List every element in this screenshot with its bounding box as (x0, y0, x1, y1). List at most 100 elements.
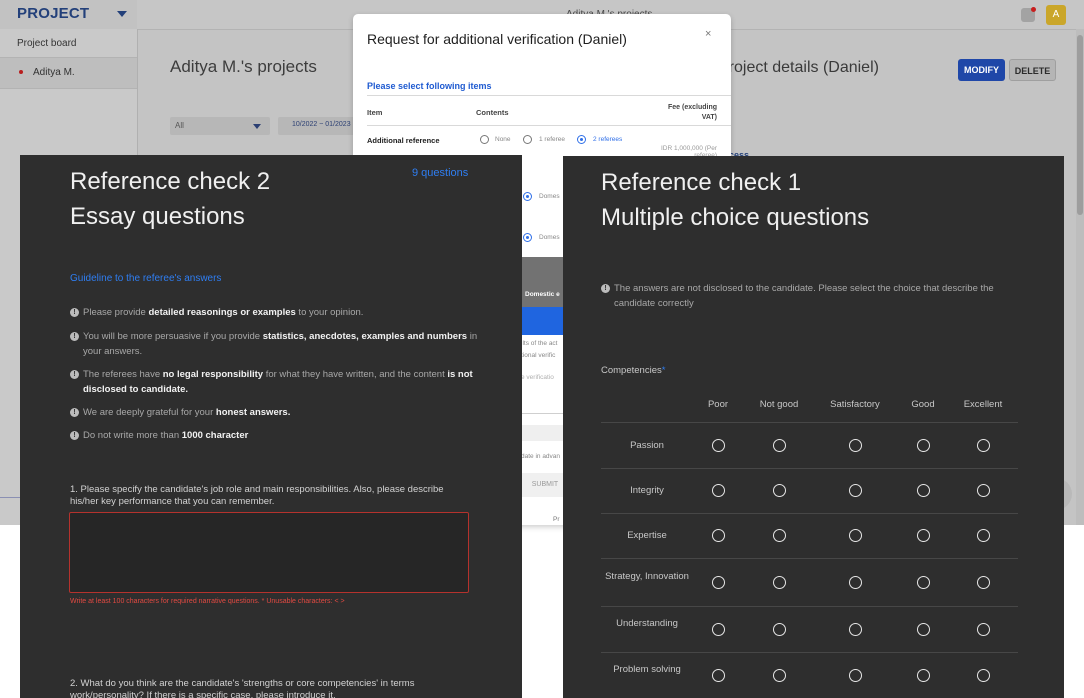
rating-radio[interactable] (848, 484, 862, 497)
rating-radio[interactable] (711, 529, 725, 542)
radio-1-referee[interactable] (523, 135, 532, 144)
radio-2-referees[interactable] (577, 135, 586, 144)
reference-check-1-panel: Reference check 1 Multiple choice questi… (563, 156, 1064, 698)
divider (367, 95, 731, 96)
rating-radio[interactable] (848, 529, 862, 542)
status-filter-value: All (175, 121, 184, 130)
rating-radio[interactable] (976, 668, 990, 682)
modal-text: ilts of the act (521, 340, 558, 347)
radio-domestic-b[interactable] (523, 233, 532, 242)
rating-radio[interactable] (711, 484, 725, 497)
grid-divider (601, 652, 1018, 653)
grid-divider (601, 606, 1018, 607)
rating-radio[interactable] (711, 668, 725, 682)
grid-divider (601, 422, 1018, 423)
grid-divider (601, 558, 1018, 559)
reference-check-2-panel: Reference check 2 Essay questions 9 ques… (20, 155, 522, 698)
modify-button[interactable]: MODIFY (958, 59, 1005, 81)
sidebar-item-project-board[interactable]: Project board (17, 38, 76, 49)
guideline-text: Please provide (83, 307, 149, 318)
modal-text: Pr (553, 516, 560, 523)
radio-label-domestic-b[interactable]: Domes (539, 234, 560, 241)
guideline-text: You will be more persuasive if you provi… (83, 331, 263, 342)
date-range-value: 10/2022 ~ 01/2023 (292, 121, 351, 128)
brand-label: PROJECT (17, 5, 90, 22)
rating-radio[interactable] (916, 438, 930, 452)
rating-radio[interactable] (772, 622, 786, 636)
rating-radio[interactable] (772, 484, 786, 497)
question-2-label: 2. What do you think are the candidate's… (70, 678, 415, 698)
radio-label-none[interactable]: None (495, 136, 511, 143)
scrollbar-thumb[interactable] (1077, 35, 1083, 215)
question-1-error: Write at least 100 characters for requir… (70, 598, 345, 605)
competency-row-label: Expertise (627, 530, 667, 541)
rating-radio[interactable] (916, 575, 930, 589)
rating-radio[interactable] (711, 438, 725, 452)
radio-none[interactable] (480, 135, 489, 144)
rating-radio[interactable] (976, 575, 990, 589)
modal-text: e verificatio (521, 374, 554, 381)
rating-radio[interactable] (916, 668, 930, 682)
radio-label-1-referee[interactable]: 1 referee (539, 136, 565, 143)
question-1-textarea[interactable] (69, 512, 469, 593)
sidebar-item-label[interactable]: Aditya M. (33, 67, 75, 78)
guideline-heading: Guideline to the referee's answers (70, 273, 222, 284)
guideline-text: for what they have written, and the cont… (263, 369, 448, 380)
disclosure-note: ! The answers are not disclosed to the c… (601, 281, 1034, 311)
guideline-text: We are deeply grateful for your (83, 407, 216, 418)
rating-radio[interactable] (976, 529, 990, 542)
rating-radio[interactable] (916, 529, 930, 542)
question-1-label: 1. Please specify the candidate's job ro… (70, 484, 444, 507)
chevron-down-icon[interactable] (117, 11, 127, 17)
rating-radio[interactable] (916, 484, 930, 497)
rating-radio[interactable] (976, 484, 990, 497)
radio-label-2-referees[interactable]: 2 referees (593, 136, 622, 143)
column-header-fee: Fee (excluding VAT) (667, 104, 717, 121)
guideline-item: ! We are deeply grateful for your honest… (70, 405, 483, 420)
info-icon: ! (70, 370, 79, 379)
question-count: 9 questions (412, 167, 469, 179)
rating-radio[interactable] (848, 438, 862, 452)
radio-domestic-a[interactable] (523, 192, 532, 201)
rating-radio[interactable] (976, 622, 990, 636)
panel-title-line1: Reference check 2 (70, 168, 271, 195)
rating-radio[interactable] (711, 622, 725, 636)
disclosure-note-text: The answers are not disclosed to the can… (614, 283, 994, 309)
panel-title: Reference check 1 Multiple choice questi… (601, 165, 869, 235)
competency-row-label: Problem solving (613, 664, 681, 675)
info-icon: ! (70, 408, 79, 417)
notification-dot (1031, 7, 1036, 12)
column-header-excellent: Excellent (963, 399, 1003, 410)
close-icon[interactable]: × (705, 28, 711, 40)
guideline-emphasis: detailed reasonings or examples (148, 307, 296, 318)
chevron-down-icon[interactable] (253, 124, 261, 129)
rating-radio[interactable] (772, 668, 786, 682)
project-details-title: Project details (Daniel) (718, 59, 879, 76)
bullet-dot-icon (19, 70, 23, 74)
rating-radio[interactable] (848, 575, 862, 589)
radio-label-domestic-a[interactable]: Domes (539, 193, 560, 200)
rating-radio[interactable] (772, 529, 786, 542)
modal-title: Request for additional verification (Dan… (367, 31, 627, 47)
info-icon: ! (70, 308, 79, 317)
modal-text: date in advan (521, 453, 561, 460)
competency-row-label: Passion (630, 439, 664, 451)
divider (0, 497, 20, 498)
guideline-item: ! The referees have no legal responsibil… (70, 367, 483, 397)
rating-radio[interactable] (848, 668, 862, 682)
competency-row-label: Understanding (616, 618, 678, 629)
panel-title-line1: Reference check 1 (601, 169, 802, 196)
avatar[interactable]: A (1046, 5, 1066, 25)
info-icon: ! (70, 332, 79, 341)
submit-button[interactable]: SUBMIT (521, 473, 569, 497)
row-label-additional-reference: Additional reference (367, 136, 440, 145)
rating-radio[interactable] (848, 622, 862, 636)
guideline-emphasis: 1000 character (181, 430, 249, 441)
delete-button[interactable]: DELETE (1009, 59, 1056, 81)
rating-radio[interactable] (772, 575, 786, 589)
rating-radio[interactable] (772, 438, 786, 452)
rating-radio[interactable] (711, 575, 725, 589)
competency-row-label: Integrity (630, 485, 664, 496)
rating-radio[interactable] (976, 438, 990, 452)
rating-radio[interactable] (916, 622, 930, 636)
